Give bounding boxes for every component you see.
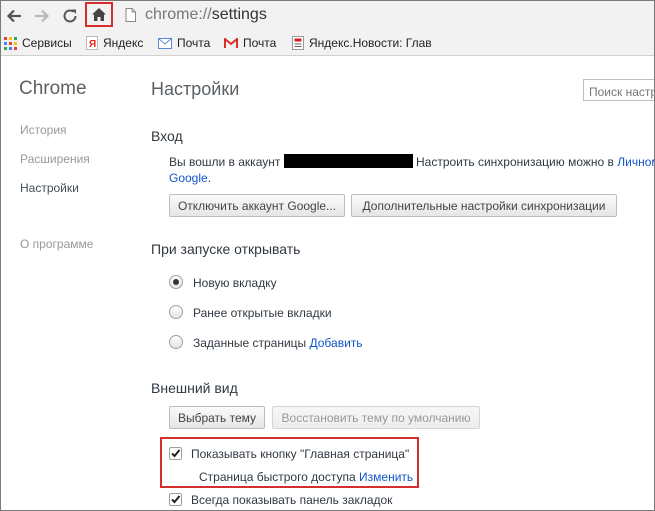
page-title: Настройки — [151, 79, 240, 99]
signin-heading: Вход — [151, 128, 183, 144]
add-pages-link[interactable]: Добавить — [310, 336, 363, 350]
radio-new-tab[interactable] — [169, 275, 183, 289]
bookmark-news[interactable]: Яндекс.Новости: Глав — [292, 36, 432, 50]
signin-link-line2: Google. — [169, 171, 211, 185]
url-scheme: chrome:// — [145, 6, 212, 23]
radio-specific-pages-label: Заданные страницы — [193, 336, 307, 350]
bookmark-label: Почта — [243, 36, 277, 50]
startup-heading: При запуске открывать — [151, 241, 301, 257]
show-bookmarks-checkbox[interactable] — [169, 493, 182, 506]
signin-text-after-line: Настроить синхронизацию можно в Личном — [416, 155, 654, 169]
show-bookmarks-label: Всегда показывать панель закладок — [191, 493, 393, 507]
url-path: settings — [211, 6, 267, 23]
bookmark-label: Яндекс.Новости: Глав — [309, 36, 432, 50]
news-icon — [292, 36, 304, 50]
reload-button[interactable] — [59, 5, 81, 27]
forward-button[interactable] — [31, 5, 53, 27]
arrow-left-icon — [6, 9, 21, 23]
advanced-sync-button[interactable]: Дополнительные настройки синхронизации — [351, 194, 617, 217]
disconnect-account-button[interactable]: Отключить аккаунт Google... — [169, 194, 345, 217]
google-dashboard-link-part1[interactable]: Личном — [617, 155, 654, 169]
checkmark-icon — [171, 495, 181, 504]
svg-text:Я: Я — [89, 39, 96, 50]
bookmark-label: Яндекс — [103, 36, 144, 50]
change-home-page-link[interactable]: Изменить — [359, 470, 413, 484]
bookmark-apps[interactable]: Сервисы — [4, 36, 72, 50]
address-bar[interactable]: chrome://settings — [119, 5, 654, 27]
page-icon — [125, 8, 136, 22]
sidebar-item-about[interactable]: О программе — [20, 237, 93, 251]
gmail-icon — [224, 37, 238, 48]
signin-text-before: Вы вошли в аккаунт — [169, 155, 281, 169]
mail-icon — [158, 37, 172, 49]
show-home-checkbox[interactable] — [169, 447, 182, 460]
reload-icon — [63, 9, 77, 23]
signin-text-after: Настроить синхронизацию можно в — [416, 155, 614, 169]
sidebar-brand: Chrome — [19, 78, 87, 99]
browser-window: chrome://settings Сервисы Я Яндекс Почта… — [0, 0, 655, 511]
url-text: chrome://settings — [145, 6, 267, 24]
arrow-right-icon — [35, 9, 50, 23]
home-button[interactable] — [85, 2, 113, 27]
sidebar-item-extensions[interactable]: Расширения — [20, 152, 90, 166]
back-button[interactable] — [3, 5, 25, 27]
radio-continue-label: Ранее открытые вкладки — [193, 306, 332, 320]
settings-sidebar: Chrome История Расширения Настройки О пр… — [1, 56, 141, 510]
home-icon — [92, 8, 106, 21]
settings-search-input[interactable] — [583, 79, 654, 101]
sidebar-item-settings[interactable]: Настройки — [20, 181, 79, 195]
reset-theme-button[interactable]: Восстановить тему по умолчанию — [272, 406, 480, 429]
choose-theme-button[interactable]: Выбрать тему — [169, 406, 265, 429]
google-dashboard-link-part2[interactable]: Google — [169, 171, 208, 185]
yandex-icon: Я — [86, 36, 98, 50]
browser-toolbar: chrome://settings — [1, 1, 654, 32]
bookmarks-bar: Сервисы Я Яндекс Почта Почта Яндекс.Ново… — [1, 32, 654, 56]
apps-grid-icon — [4, 36, 17, 50]
redacted-account — [284, 154, 413, 168]
appearance-heading: Внешний вид — [151, 380, 238, 396]
signin-link-suffix: . — [207, 171, 212, 185]
show-home-label: Показывать кнопку "Главная страница" — [191, 447, 410, 461]
bookmark-label: Почта — [177, 36, 211, 50]
radio-new-tab-label: Новую вкладку — [193, 276, 277, 290]
bookmark-gmail[interactable]: Почта — [224, 36, 276, 50]
radio-specific-pages-line: Заданные страницы Добавить — [193, 336, 363, 350]
bookmark-label: Сервисы — [22, 36, 72, 50]
bookmark-yandex[interactable]: Я Яндекс — [86, 36, 143, 50]
home-page-line: Страница быстрого доступа Изменить — [199, 470, 413, 484]
radio-continue[interactable] — [169, 305, 183, 319]
home-page-label: Страница быстрого доступа — [199, 470, 356, 484]
sidebar-item-history[interactable]: История — [20, 123, 67, 137]
bookmark-mail[interactable]: Почта — [158, 36, 210, 50]
radio-specific-pages[interactable] — [169, 335, 183, 349]
checkmark-icon — [171, 449, 181, 458]
